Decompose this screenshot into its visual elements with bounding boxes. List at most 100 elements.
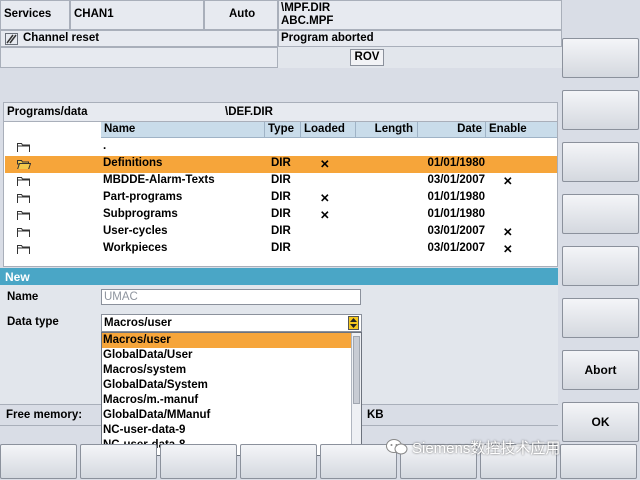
programs-path: \DEF.DIR (225, 106, 273, 118)
scrollbar-thumb[interactable] (353, 336, 360, 404)
file-row[interactable]: Part-programs DIR ✕ 01/01/1980 (5, 190, 557, 207)
program-path-line2: ABC.MPF (281, 15, 334, 27)
hsoftkey-8[interactable] (560, 444, 637, 479)
file-name: Subprograms (103, 208, 178, 220)
datatype-select[interactable]: Macros/user (101, 314, 362, 332)
spacer-area (0, 68, 562, 102)
datatype-dropdown-list[interactable]: Macros/user GlobalData/User Macros/system G… (101, 332, 362, 456)
file-loaded-mark: ✕ (320, 210, 330, 222)
file-date: 01/01/1980 (427, 157, 485, 169)
file-enable-mark: ✕ (503, 176, 513, 188)
free-memory-label: Free memory: (6, 409, 83, 421)
column-header-type[interactable]: Type (264, 122, 300, 138)
dropdown-toggle[interactable] (348, 316, 359, 330)
name-input-value: UMAC (104, 291, 138, 303)
dropdown-option[interactable]: Macros/system (102, 363, 352, 378)
updown-arrows-icon (350, 318, 357, 328)
file-row[interactable]: Subprograms DIR ✕ 01/01/1980 (5, 207, 557, 224)
programs-title: Programs/data (7, 106, 88, 118)
channel-display: CHAN1 (70, 0, 204, 30)
dropdown-option[interactable]: Macros/m.-manuf (102, 393, 352, 408)
hsoftkey-1[interactable] (0, 444, 77, 479)
channel-status-text: Channel reset (23, 32, 100, 44)
dropdown-option[interactable]: GlobalData/User (102, 348, 352, 363)
hsoftkey-2[interactable] (80, 444, 157, 479)
file-type: DIR (271, 157, 291, 169)
watermark-text: Siemens数控技术应用 (412, 439, 561, 457)
area-display: Services (0, 0, 70, 30)
dropdown-option[interactable]: Macros/user (102, 333, 352, 348)
ok-button[interactable]: OK (562, 402, 639, 442)
area-label: Services (4, 8, 52, 20)
file-row[interactable]: User-cycles DIR 03/01/2007 ✕ (5, 224, 557, 241)
free-memory-unit: KB (367, 409, 384, 421)
softkey-4[interactable] (562, 194, 639, 234)
channel-label: CHAN1 (74, 8, 114, 20)
file-type: DIR (271, 191, 291, 203)
programs-title-bar: Programs/data \DEF.DIR (4, 103, 557, 122)
hsoftkey-4[interactable] (240, 444, 317, 479)
program-status-bar: Program aborted (278, 30, 562, 47)
file-date: 03/01/2007 (427, 225, 485, 237)
dropdown-option[interactable]: GlobalData/System (102, 378, 352, 393)
softkey-2[interactable] (562, 90, 639, 130)
file-type: DIR (271, 208, 291, 220)
file-date: 03/01/2007 (427, 174, 485, 186)
file-type: DIR (271, 225, 291, 237)
column-header-name[interactable]: Name (101, 122, 264, 138)
folder-icon (17, 194, 30, 203)
file-row[interactable]: Workpieces DIR 03/01/2007 ✕ (5, 241, 557, 258)
file-name: . (103, 140, 107, 152)
file-type: DIR (271, 174, 291, 186)
file-loaded-mark: ✕ (320, 159, 330, 171)
program-status-text: Program aborted (281, 32, 374, 44)
file-loaded-mark: ✕ (320, 193, 330, 205)
file-name: MBDDE-Alarm-Texts (103, 174, 215, 186)
new-dialog-title-bar: New (0, 268, 558, 285)
file-enable-mark: ✕ (503, 227, 513, 239)
dropdown-option[interactable]: NC-user-data-9 (102, 423, 352, 438)
column-header-length[interactable]: Length (355, 122, 417, 138)
new-dialog-title: New (5, 270, 30, 284)
mode-label: Auto (229, 8, 256, 20)
name-input[interactable]: UMAC (101, 289, 361, 305)
file-enable-mark: ✕ (503, 244, 513, 256)
column-header-enable[interactable]: Enable (485, 122, 557, 138)
file-row[interactable]: MBDDE-Alarm-Texts DIR 03/01/2007 ✕ (5, 173, 557, 190)
alarm-line (0, 47, 278, 68)
dropdown-scrollbar[interactable] (351, 333, 361, 455)
hsoftkey-3[interactable] (160, 444, 237, 479)
softkey-3[interactable] (562, 142, 639, 182)
watermark: Siemens数控技术应用 (386, 434, 560, 460)
mode-display: Auto (204, 0, 278, 30)
program-path-display: \MPF.DIR ABC.MPF (278, 0, 562, 30)
abort-button[interactable]: Abort (562, 350, 639, 390)
softkey-5[interactable] (562, 246, 639, 286)
folder-icon (17, 211, 30, 220)
folder-icon (17, 245, 30, 254)
name-label: Name (7, 291, 39, 303)
softkey-6[interactable] (562, 298, 639, 338)
file-name: Definitions (103, 157, 163, 169)
wechat-icon (386, 439, 408, 455)
rov-indicator: ROV (350, 49, 384, 66)
softkey-1[interactable] (562, 38, 639, 78)
file-date: 01/01/1980 (427, 191, 485, 203)
dropdown-option[interactable]: GlobalData/MManuf (102, 408, 352, 423)
datatype-label: Data type (7, 316, 59, 328)
file-type: DIR (271, 242, 291, 254)
file-row[interactable]: Definitions DIR ✕ 01/01/1980 (5, 156, 557, 173)
program-path-line1: \MPF.DIR (281, 2, 331, 14)
folder-icon (17, 228, 30, 237)
file-row[interactable]: . (5, 139, 557, 156)
channel-status-bar: Channel reset (0, 30, 278, 47)
file-name: Workpieces (103, 242, 168, 254)
folder-open-icon (17, 160, 31, 169)
folder-icon (17, 177, 30, 186)
file-name: Part-programs (103, 191, 183, 203)
status-area (278, 47, 562, 68)
folder-icon (17, 143, 30, 152)
column-header-date[interactable]: Date (417, 122, 485, 138)
file-name: User-cycles (103, 225, 168, 237)
column-header-loaded[interactable]: Loaded (300, 122, 355, 138)
